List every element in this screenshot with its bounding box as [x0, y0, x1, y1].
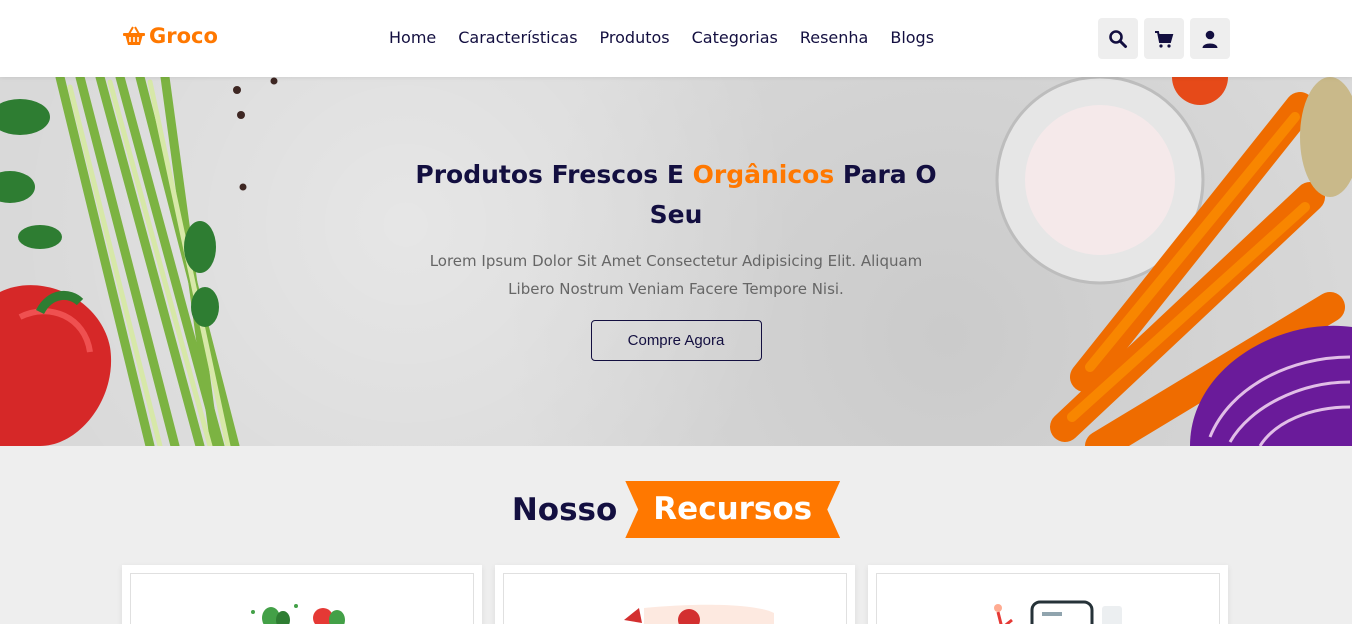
hero-banner: Produtos Frescos E Orgânicos Para O Seu … — [0, 77, 1352, 446]
feature-card — [122, 565, 482, 624]
nav-caracteristicas[interactable]: Características — [458, 28, 577, 47]
features-list — [122, 565, 1228, 624]
nav-home[interactable]: Home — [389, 28, 436, 47]
cart-icon — [1155, 30, 1174, 48]
cart-button[interactable] — [1144, 18, 1184, 59]
feature-card — [868, 565, 1228, 624]
feature-card-inner — [130, 573, 474, 624]
feature-card-inner — [503, 573, 847, 624]
user-icon — [1202, 30, 1218, 48]
hero-title: Produtos Frescos E Orgânicos Para O Seu — [400, 155, 952, 235]
header-icons — [1098, 18, 1230, 59]
search-button[interactable] — [1098, 18, 1138, 59]
hero-title-accent: Orgânicos — [692, 160, 835, 189]
main-nav: Home Características Produtos Categorias… — [389, 28, 956, 47]
vegetables-left-image — [0, 77, 240, 446]
nav-produtos[interactable]: Produtos — [600, 28, 670, 47]
heading-accent: Recursos — [625, 481, 841, 538]
logo[interactable]: Groco — [121, 24, 218, 48]
hero-title-start: Produtos Frescos E — [415, 160, 693, 189]
mobile-app-illustration — [994, 600, 1122, 624]
nav-categorias[interactable]: Categorias — [692, 28, 778, 47]
logo-text: Groco — [149, 24, 218, 48]
basket-icon — [123, 26, 145, 45]
nav-resenha[interactable]: Resenha — [800, 28, 869, 47]
hero-description: Lorem Ipsum Dolor Sit Amet Consectetur A… — [429, 252, 923, 298]
feature-card-inner — [876, 573, 1220, 624]
features-heading: Nosso Recursos — [0, 481, 1352, 538]
fresh-vegetables-illustration — [251, 604, 345, 624]
vegetables-right-image — [995, 77, 1352, 446]
hero-content: Produtos Frescos E Orgânicos Para O Seu … — [400, 155, 952, 361]
search-icon — [1109, 29, 1127, 48]
heading-plain: Nosso — [511, 491, 618, 528]
site-header: Groco Home Características Produtos Cate… — [0, 0, 1352, 77]
user-button[interactable] — [1190, 18, 1230, 59]
peppercorns-image — [233, 77, 278, 191]
nav-blogs[interactable]: Blogs — [890, 28, 934, 47]
feature-card — [495, 565, 855, 624]
delivery-illustration — [624, 604, 774, 624]
shop-now-button[interactable]: Compre Agora — [590, 320, 762, 361]
